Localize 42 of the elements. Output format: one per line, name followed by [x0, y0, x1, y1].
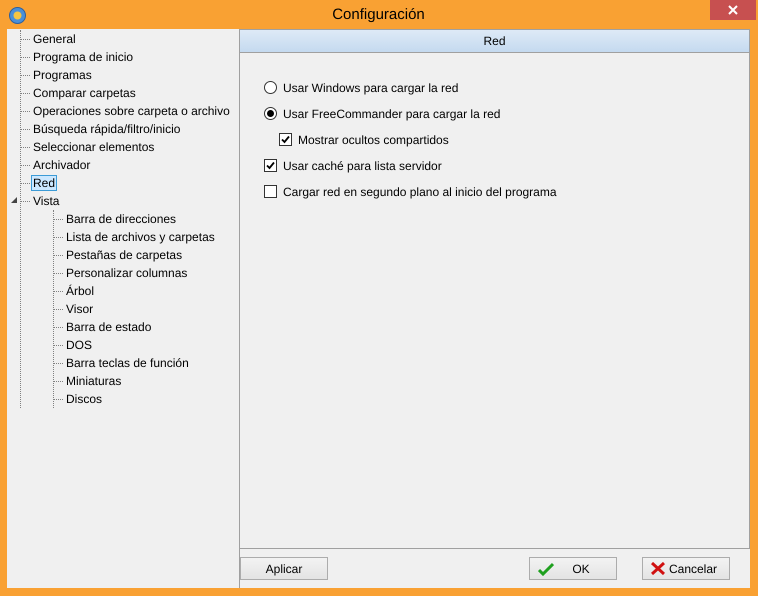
checkmark-icon	[538, 562, 554, 576]
tree-item[interactable]: Barra de estado	[64, 319, 154, 335]
panel-title: Red	[483, 34, 506, 48]
close-icon	[728, 5, 738, 15]
tree-item[interactable]: Archivador	[31, 157, 92, 173]
tree-item[interactable]: Seleccionar elementos	[31, 139, 156, 155]
option-label: Cargar red en segundo plano al inicio del programa	[283, 184, 557, 198]
tree-item[interactable]: Discos	[64, 391, 104, 407]
tree-item[interactable]: Barra teclas de función	[64, 355, 191, 371]
tree-item[interactable]: Lista de archivos y carpetas	[64, 229, 217, 245]
tree-item[interactable]: Búsqueda rápida/filtro/inicio	[31, 121, 182, 137]
option-label: Usar FreeCommander para cargar la red	[283, 106, 500, 120]
tree-item[interactable]: Vista	[31, 193, 62, 209]
checkbox[interactable]	[264, 159, 277, 172]
tree-item[interactable]: Personalizar columnas	[64, 265, 190, 281]
checkbox[interactable]	[264, 185, 277, 198]
tree-item[interactable]: DOS	[64, 337, 94, 353]
option-label: Usar Windows para cargar la red	[283, 80, 458, 94]
tree-item[interactable]: General	[31, 31, 78, 47]
tree-item[interactable]: Pestañas de carpetas	[64, 247, 184, 263]
radio-button[interactable]	[264, 81, 277, 94]
option-label: Usar caché para lista servidor	[283, 158, 442, 172]
cross-icon	[651, 562, 665, 575]
option-label: Mostrar ocultos compartidos	[298, 132, 449, 146]
tree-item[interactable]: Programas	[31, 67, 94, 83]
tree-item[interactable]: Visor	[64, 301, 96, 317]
ok-button[interactable]: OK	[529, 557, 617, 580]
tree-item[interactable]: Comparar carpetas	[31, 85, 138, 101]
tree-item[interactable]: Miniaturas	[64, 373, 124, 389]
tree-item[interactable]: Árbol	[64, 283, 96, 299]
tree-item[interactable]: Programa de inicio	[31, 49, 136, 65]
tree-item[interactable]: Operaciones sobre carpeta o archivo	[31, 103, 232, 119]
tree-item[interactable]: Barra de direcciones	[64, 211, 178, 227]
radio-button[interactable]	[264, 107, 277, 120]
close-button[interactable]	[710, 0, 756, 20]
checkbox[interactable]	[279, 133, 292, 146]
apply-button[interactable]: Aplicar	[240, 557, 328, 580]
window-title: Configuración	[332, 6, 425, 23]
collapse-triangle-icon[interactable]	[11, 197, 17, 203]
cancel-button[interactable]: Cancelar	[642, 557, 730, 580]
app-icon	[9, 7, 26, 24]
tree-item[interactable]: Red	[31, 175, 58, 191]
